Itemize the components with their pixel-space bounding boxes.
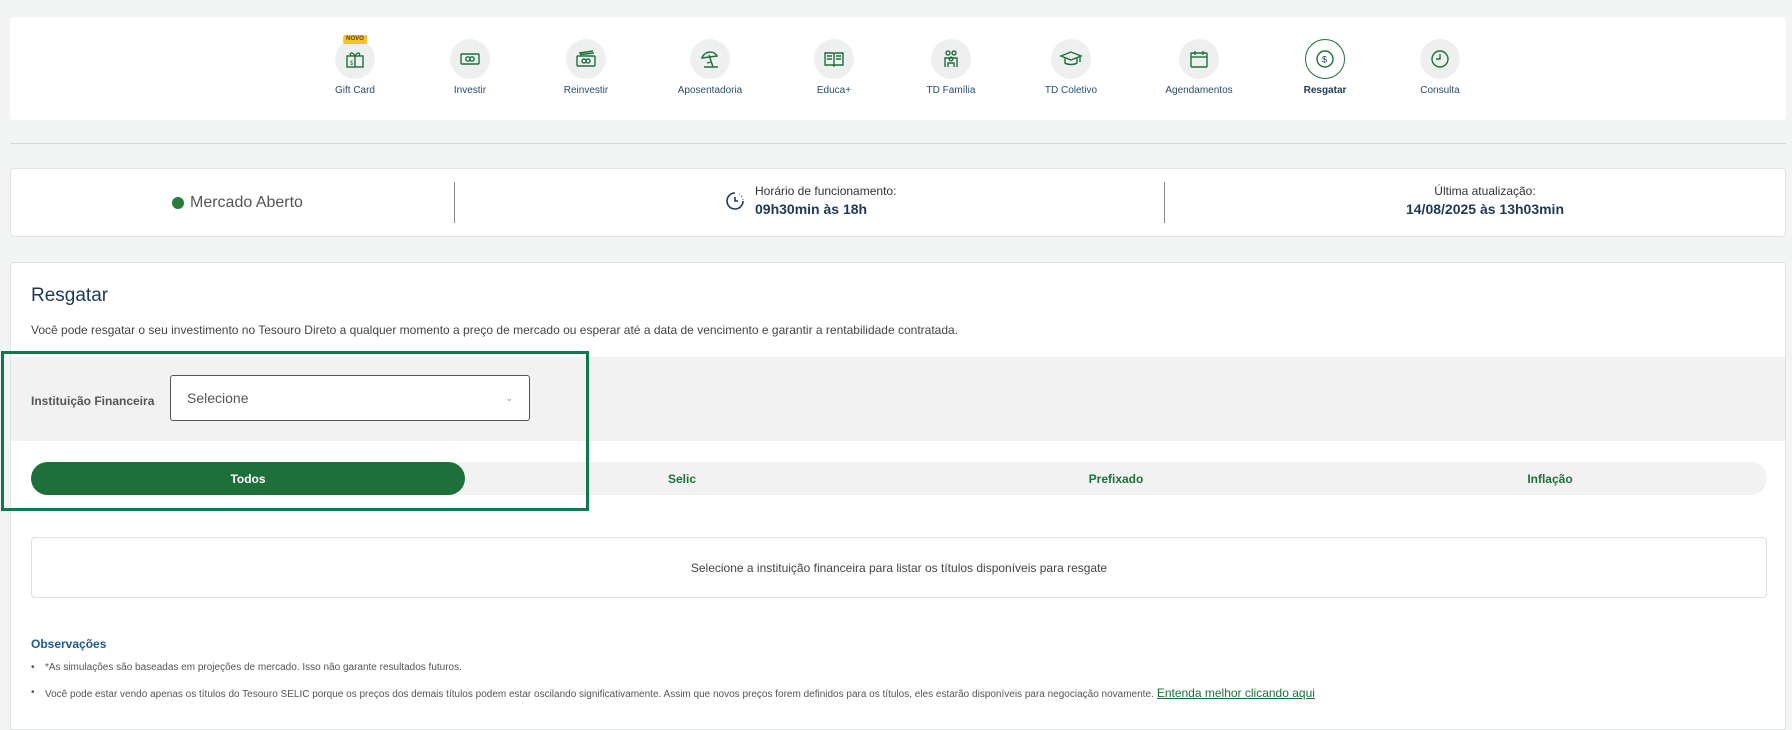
tab-todos[interactable]: Todos	[31, 462, 465, 495]
top-nav: NOVO $ Gift Card Investir Reinvestir Apo…	[10, 17, 1786, 120]
update-value: 14/08/2025 às 13h03min	[1405, 201, 1564, 217]
market-status-text: Mercado Aberto	[190, 194, 303, 211]
institution-select-value: Selecione	[187, 390, 249, 406]
open-book-icon	[824, 52, 844, 67]
hours-label: Horário de funcionamento:	[755, 184, 897, 198]
nav-label: Agendamentos	[1165, 85, 1233, 96]
nav-item-aposentadoria[interactable]: Aposentadoria	[655, 39, 765, 96]
tab-inflacao[interactable]: Inflação	[1333, 462, 1767, 495]
vertical-divider	[1164, 182, 1165, 223]
empty-state-message: Selecione a instituição financeira para …	[31, 537, 1767, 598]
svg-text:$: $	[1322, 55, 1327, 65]
page-description: Você pode resgatar o seu investimento no…	[31, 323, 959, 337]
nav-item-educa[interactable]: Educa+	[779, 39, 889, 96]
observation-item: Você pode estar vendo apenas os títulos …	[31, 686, 1761, 702]
observations-title: Observações	[31, 637, 107, 651]
calendar-icon	[1190, 51, 1208, 68]
nav-item-reinvestir[interactable]: Reinvestir	[531, 39, 641, 96]
nav-label: Reinvestir	[563, 85, 609, 96]
clock-icon	[1431, 50, 1449, 68]
beach-umbrella-icon	[701, 51, 719, 68]
operating-hours: Horário de funcionamento: 09h30min às 18…	[723, 184, 896, 217]
clock-icon	[726, 191, 744, 210]
redeem-panel: Resgatar Você pode resgatar o seu invest…	[10, 262, 1786, 730]
status-dot	[172, 197, 184, 209]
institution-select[interactable]: Selecione ⌄	[170, 375, 530, 421]
gift-icon: $	[346, 52, 364, 68]
new-badge: NOVO	[343, 35, 367, 44]
section-divider	[10, 143, 1786, 144]
nav-item-gift-card[interactable]: NOVO $ Gift Card	[300, 35, 410, 96]
nav-item-td-coletivo[interactable]: TD Coletivo	[1016, 39, 1126, 96]
nav-label: Resgatar	[1303, 85, 1347, 96]
nav-label: Investir	[453, 85, 487, 96]
nav-item-resgatar[interactable]: $ Resgatar	[1270, 39, 1380, 96]
page-title: Resgatar	[31, 285, 109, 306]
nav-item-investir[interactable]: Investir	[415, 39, 525, 96]
money-stack-icon	[576, 50, 596, 67]
tab-prefixado[interactable]: Prefixado	[899, 462, 1333, 495]
family-icon	[944, 50, 958, 67]
nav-label: TD Família	[926, 85, 976, 96]
nav-label: Aposentadoria	[677, 85, 743, 96]
bond-type-tabs: Todos Selic Prefixado Inflação	[31, 462, 1767, 495]
graduation-cap-icon	[1059, 51, 1083, 66]
observation-text: *As simulações são baseadas em projeções…	[45, 662, 462, 673]
hours-value: 09h30min às 18h	[755, 201, 868, 217]
market-status: Mercado Aberto	[172, 194, 303, 212]
last-update: Última atualização: 14/08/2025 às 13h03m…	[1375, 184, 1595, 217]
observation-item: *As simulações são baseadas em projeções…	[31, 661, 1761, 675]
nav-label: Educa+	[816, 85, 852, 96]
nav-item-agendamentos[interactable]: Agendamentos	[1144, 39, 1254, 96]
svg-text:$: $	[350, 61, 354, 67]
nav-item-td-familia[interactable]: TD Família	[896, 39, 1006, 96]
nav-label: Consulta	[1420, 85, 1460, 96]
vertical-divider	[454, 182, 455, 223]
nav-label: TD Coletivo	[1044, 85, 1098, 96]
chevron-down-icon: ⌄	[505, 392, 513, 403]
market-status-bar: Mercado Aberto Horário de funcionamento:…	[10, 168, 1786, 237]
tab-selic[interactable]: Selic	[465, 462, 899, 495]
observation-text: Você pode estar vendo apenas os títulos …	[45, 689, 1154, 700]
observations-list: *As simulações são baseadas em projeções…	[31, 661, 1761, 713]
institution-filter: Instituição Financeira Selecione ⌄	[11, 357, 1785, 441]
nav-item-consulta[interactable]: Consulta	[1385, 39, 1495, 96]
dollar-circle-icon: $	[1316, 50, 1334, 68]
institution-label: Instituição Financeira	[31, 394, 155, 408]
update-label: Última atualização:	[1434, 184, 1536, 198]
money-bill-icon	[460, 53, 480, 65]
nav-label: Gift Card	[334, 85, 375, 96]
learn-more-link[interactable]: Entenda melhor clicando aqui	[1157, 686, 1315, 700]
